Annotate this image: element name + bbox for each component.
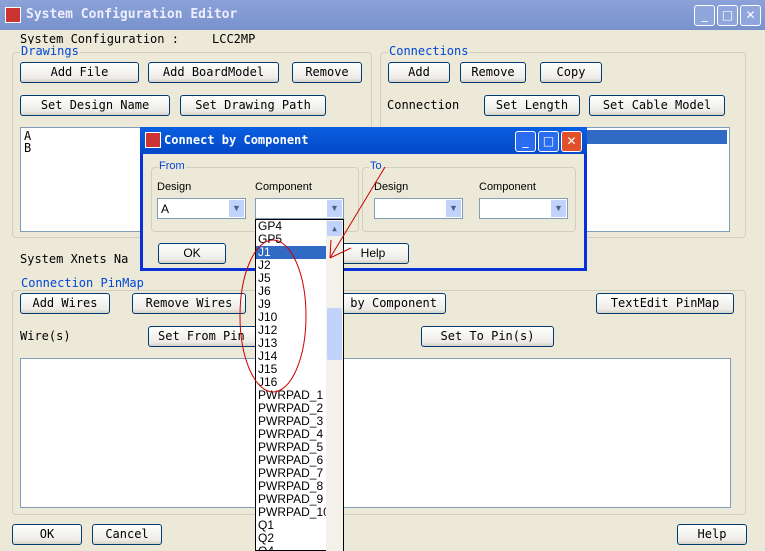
annotation-arrowhead [329, 239, 332, 259]
red-annotation-overlay [239, 166, 386, 393]
annotation-circle [239, 239, 307, 393]
annotation-arrow-line [329, 166, 386, 259]
